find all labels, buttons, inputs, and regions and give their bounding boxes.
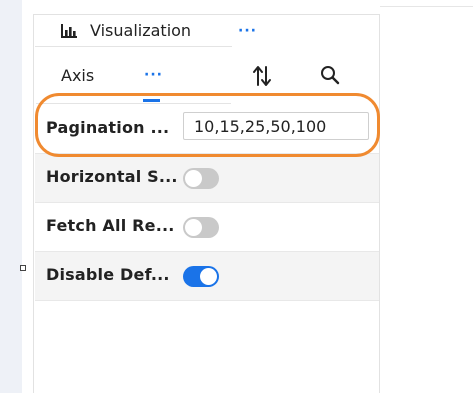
- fetch-all-label: Fetch All Re...: [46, 216, 175, 235]
- visualization-tab[interactable]: Visualization: [90, 21, 191, 40]
- fetch-all-row: Fetch All Re...: [35, 203, 379, 252]
- fetch-all-toggle[interactable]: [183, 217, 219, 238]
- sort-arrows-icon[interactable]: [252, 65, 272, 87]
- active-tab-indicator: [143, 99, 160, 102]
- disable-default-label: Disable Def...: [46, 265, 170, 284]
- properties-panel: Visualization ··· Axis ··· Pagination ..…: [33, 14, 380, 393]
- divider: [35, 46, 232, 47]
- toggle-knob: [185, 219, 202, 236]
- disable-default-row: Disable Def...: [35, 252, 379, 301]
- horizontal-scroll-toggle[interactable]: [183, 168, 219, 189]
- visualization-more-button[interactable]: ···: [238, 24, 257, 38]
- divider: [380, 6, 473, 7]
- disable-default-toggle[interactable]: [183, 266, 219, 287]
- left-canvas-strip: [0, 0, 22, 393]
- horizontal-scroll-row: Horizontal S...: [35, 154, 379, 203]
- toggle-knob: [200, 268, 217, 285]
- visualization-header: Visualization ···: [34, 15, 379, 48]
- pagination-input[interactable]: [183, 112, 369, 140]
- tab-more-options[interactable]: ···: [144, 68, 163, 82]
- tab-axis[interactable]: Axis: [61, 66, 94, 85]
- bar-chart-icon: [61, 24, 77, 38]
- resize-handle[interactable]: [20, 265, 26, 271]
- pagination-row: Pagination ...: [35, 105, 379, 154]
- horizontal-scroll-label: Horizontal S...: [46, 167, 178, 186]
- search-icon[interactable]: [320, 65, 340, 85]
- pagination-label: Pagination ...: [46, 118, 170, 137]
- toggle-knob: [185, 170, 202, 187]
- divider: [36, 103, 231, 104]
- tab-bar: Axis ···: [34, 55, 379, 105]
